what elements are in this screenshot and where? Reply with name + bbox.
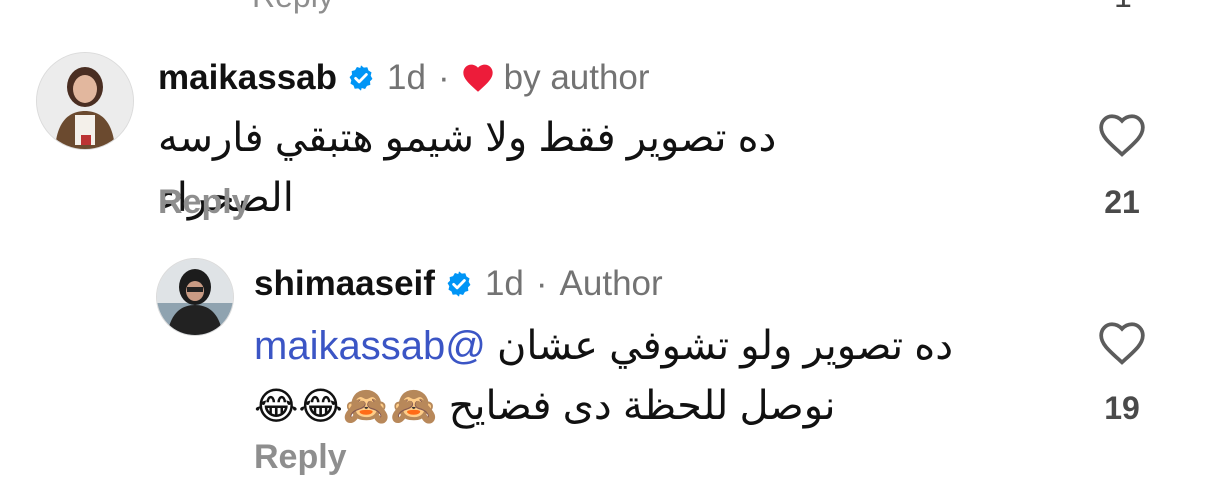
comment-header: maikassab 1d · by author [158, 56, 650, 100]
comment-text: ده تصوير ولو تشوفي عشان @maikassab نوصل … [254, 316, 954, 436]
verified-badge-icon [349, 65, 373, 91]
liked-by-author-label: by author [503, 58, 650, 97]
comment-text: ده تصوير فقط ولا شيمو هتبقي فارسه الصحرا… [158, 116, 777, 220]
separator-dot: · [437, 58, 450, 97]
username[interactable]: shimaaseif [254, 264, 435, 304]
avatar-photo [157, 259, 233, 335]
emoji-group: 😂😂🙈🙈 [254, 384, 438, 428]
like-count: 19 [1104, 390, 1140, 426]
comment-line-1-text: ده تصوير ولو تشوفي عشان [496, 324, 954, 368]
comment-line-2-text: نوصل للحظة دى فضايح [448, 384, 836, 428]
avatar[interactable] [156, 258, 234, 336]
reply-button[interactable]: Reply [158, 183, 251, 222]
timestamp: 1d [484, 264, 524, 303]
comment-header: shimaaseif 1d · Author [254, 262, 663, 306]
comment-shimaaseif: shimaaseif 1d · Author ده تصوير ولو تشوف… [0, 240, 1206, 504]
like-count: 21 [1104, 184, 1140, 220]
author-label: Author [559, 264, 663, 303]
comment-line-1: ده تصوير ولو تشوفي عشان @maikassab [254, 316, 954, 376]
username[interactable]: maikassab [158, 58, 337, 98]
mention-link[interactable]: @maikassab [254, 324, 486, 368]
timestamp: 1d [387, 58, 426, 97]
like-heart-icon[interactable] [1097, 112, 1147, 158]
author-liked-heart-icon [462, 64, 493, 92]
avatar-photo [37, 53, 133, 149]
comment-maikassab: maikassab 1d · by author ده تصوير فقط ول… [0, 0, 1206, 240]
verified-badge-icon [447, 271, 471, 297]
like-heart-icon[interactable] [1097, 320, 1147, 366]
reply-button[interactable]: Reply [254, 438, 347, 477]
comment-line-2: نوصل للحظة دى فضايح 😂😂🙈🙈 [254, 376, 954, 436]
separator-dot: · [535, 264, 548, 303]
avatar[interactable] [36, 52, 134, 150]
